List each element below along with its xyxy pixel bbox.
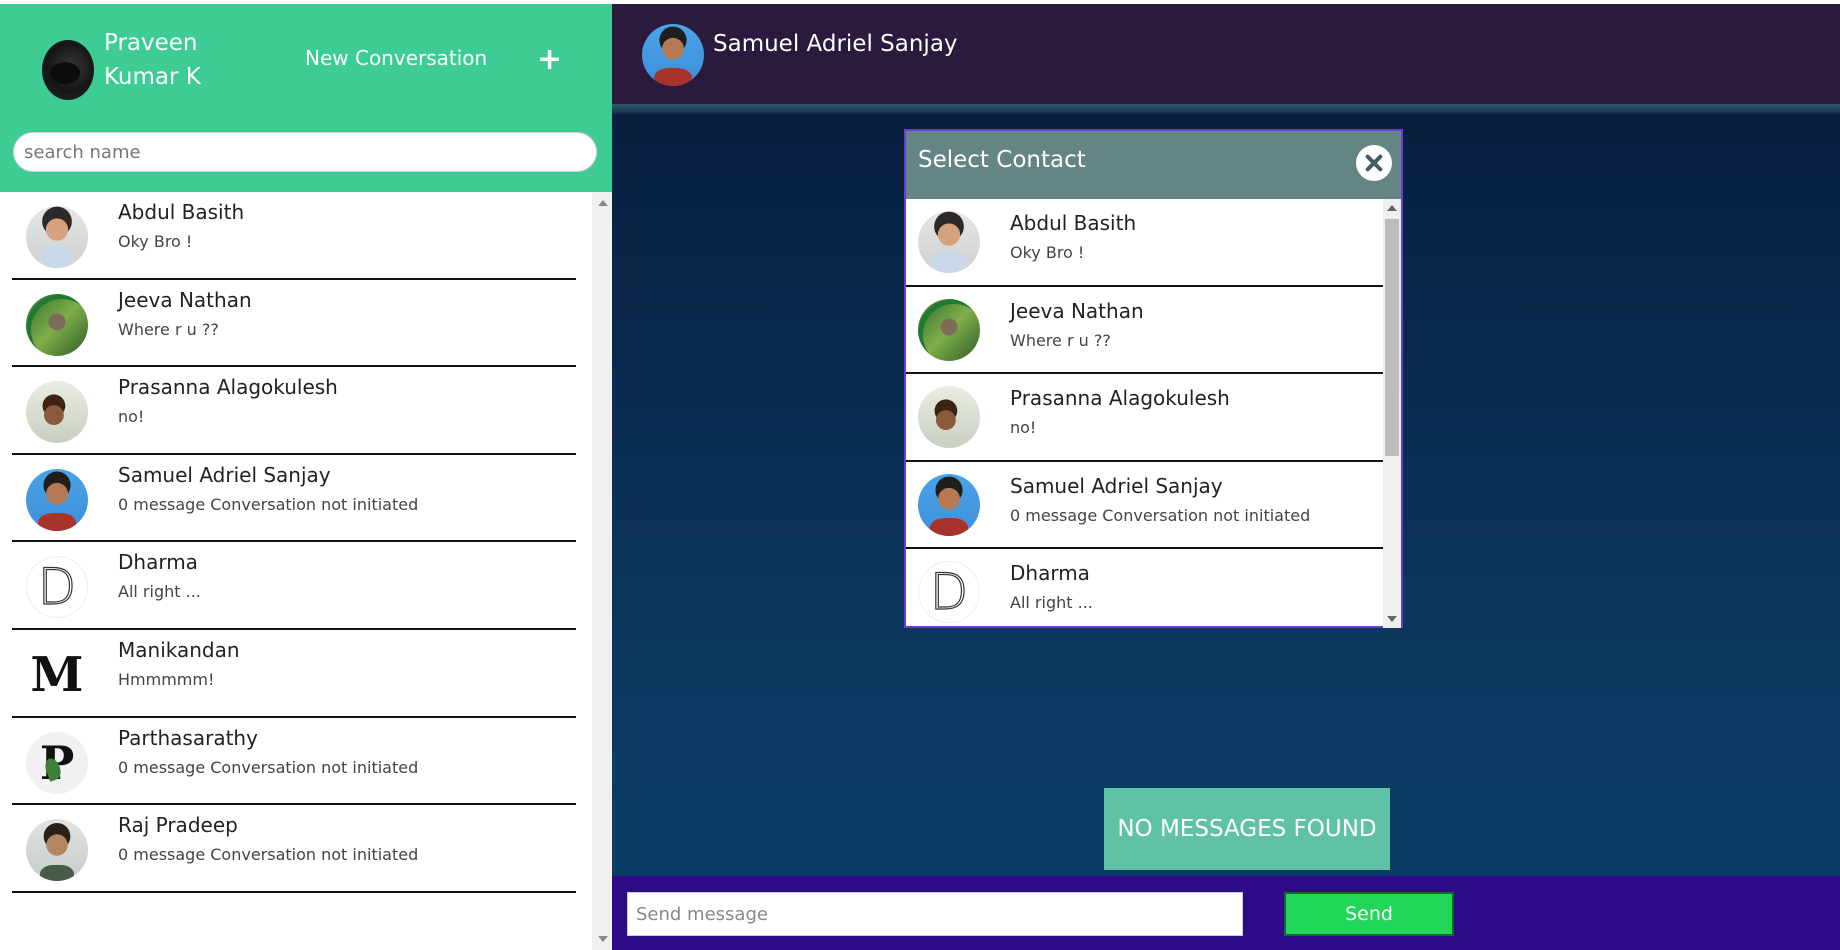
last-message: no! (1010, 418, 1037, 438)
contact-avatar (26, 381, 88, 444)
modal-scrollbar[interactable] (1383, 199, 1401, 628)
last-message: Hmmmmm! (118, 669, 215, 689)
select-contact-modal: Select Contact Abdul Basith Oky Bro ! Je… (904, 129, 1403, 628)
contact-name: Abdul Basith (118, 200, 245, 224)
modal-title: Select Contact (918, 147, 1086, 173)
search-input[interactable] (13, 132, 597, 172)
message-input[interactable] (627, 892, 1243, 936)
contact-avatar (26, 468, 88, 531)
contact-avatar: D (918, 561, 980, 624)
list-item[interactable]: Prasanna Alagokulesh no! (906, 374, 1383, 462)
list-item[interactable]: Raj Pradeep 0 message Conversation not i… (12, 805, 576, 893)
contact-avatar: M (26, 643, 88, 706)
user-avatar[interactable] (42, 40, 94, 100)
list-item[interactable]: D Dharma All right ... (12, 542, 576, 630)
contact-name: Prasanna Alagokulesh (118, 375, 338, 400)
add-icon[interactable]: + (537, 45, 562, 75)
contact-avatar (26, 819, 88, 882)
scroll-up-icon[interactable] (598, 200, 608, 206)
contact-avatar: D (26, 556, 88, 619)
list-item[interactable]: M Manikandan Hmmmmm! (12, 630, 576, 718)
send-button[interactable]: Send (1284, 892, 1454, 936)
modal-header: Select Contact (906, 131, 1401, 199)
contact-avatar (918, 473, 980, 536)
contact-name: Manikandan (118, 637, 240, 662)
last-message: Oky Bro ! (118, 232, 193, 251)
contact-avatar: P (26, 731, 88, 794)
last-message: All right ... (1010, 593, 1093, 613)
last-message: 0 message Conversation not initiated (118, 845, 419, 865)
list-item[interactable]: Samuel Adriel Sanjay 0 message Conversat… (12, 455, 576, 543)
contact-name: Dharma (118, 550, 198, 575)
message-composer: Send (612, 876, 1840, 950)
list-item[interactable]: Samuel Adriel Sanjay 0 message Conversat… (906, 462, 1383, 550)
contact-name: Jeeva Nathan (1010, 298, 1144, 323)
modal-contact-list: Abdul Basith Oky Bro ! Jeeva Nathan Wher… (906, 199, 1383, 628)
list-item[interactable]: Jeeva Nathan Where r u ?? (12, 280, 576, 368)
contact-name: Dharma (1010, 561, 1090, 586)
user-name: Praveen Kumar K (104, 30, 201, 90)
last-message: 0 message Conversation not initiated (118, 494, 419, 514)
conversation-list: Abdul Basith Oky Bro ! Jeeva Nathan Wher… (0, 192, 592, 950)
list-item[interactable]: Jeeva Nathan Where r u ?? (906, 287, 1383, 375)
contact-name: Jeeva Nathan (118, 287, 252, 312)
chat-contact-name: Samuel Adriel Sanjay (713, 31, 958, 57)
contact-avatar (918, 211, 980, 273)
contact-name: Abdul Basith (1010, 211, 1137, 235)
sidebar-header: Praveen Kumar K New Conversation + (0, 4, 612, 192)
close-icon[interactable] (1356, 145, 1392, 181)
contact-name: Raj Pradeep (118, 813, 238, 838)
contact-name: Prasanna Alagokulesh (1010, 386, 1230, 411)
avatar-letter: D (929, 563, 969, 622)
contact-name: Samuel Adriel Sanjay (1010, 473, 1223, 498)
contact-avatar (26, 293, 88, 356)
sidebar-scrollbar[interactable] (592, 192, 612, 950)
avatar-letter: D (37, 558, 77, 617)
scroll-down-icon[interactable] (1387, 616, 1397, 622)
contact-avatar (918, 386, 980, 449)
last-message: All right ... (118, 582, 201, 602)
last-message: Oky Bro ! (1010, 243, 1085, 262)
empty-state-banner: NO MESSAGES FOUND (1104, 788, 1390, 870)
chat-contact-avatar (642, 24, 704, 86)
scroll-up-icon[interactable] (1387, 205, 1397, 211)
list-item[interactable]: Abdul Basith Oky Bro ! (906, 199, 1383, 287)
avatar-letter: P (39, 735, 75, 790)
conversation-sidebar: Praveen Kumar K New Conversation + Abdul… (0, 4, 612, 950)
list-item[interactable]: Abdul Basith Oky Bro ! (12, 192, 576, 280)
last-message: 0 message Conversation not initiated (1010, 505, 1311, 525)
avatar-letter: M (30, 646, 84, 703)
scrollbar-thumb[interactable] (1385, 219, 1399, 456)
last-message: no! (118, 407, 145, 427)
last-message: Where r u ?? (1010, 330, 1111, 350)
last-message: Where r u ?? (118, 319, 219, 339)
last-message: 0 message Conversation not initiated (118, 757, 419, 777)
list-item[interactable]: P Parthasarathy 0 message Conversation n… (12, 718, 576, 806)
contact-name: Parthasarathy (118, 725, 258, 750)
chat-header: Samuel Adriel Sanjay (612, 4, 1840, 114)
list-item[interactable]: D Dharma All right ... (906, 549, 1383, 628)
contact-avatar (918, 298, 980, 361)
contact-avatar (26, 206, 88, 268)
list-item[interactable]: Prasanna Alagokulesh no! (12, 367, 576, 455)
contact-name: Samuel Adriel Sanjay (118, 462, 331, 487)
new-conversation-button[interactable]: New Conversation (305, 46, 487, 70)
scroll-down-icon[interactable] (598, 936, 608, 942)
